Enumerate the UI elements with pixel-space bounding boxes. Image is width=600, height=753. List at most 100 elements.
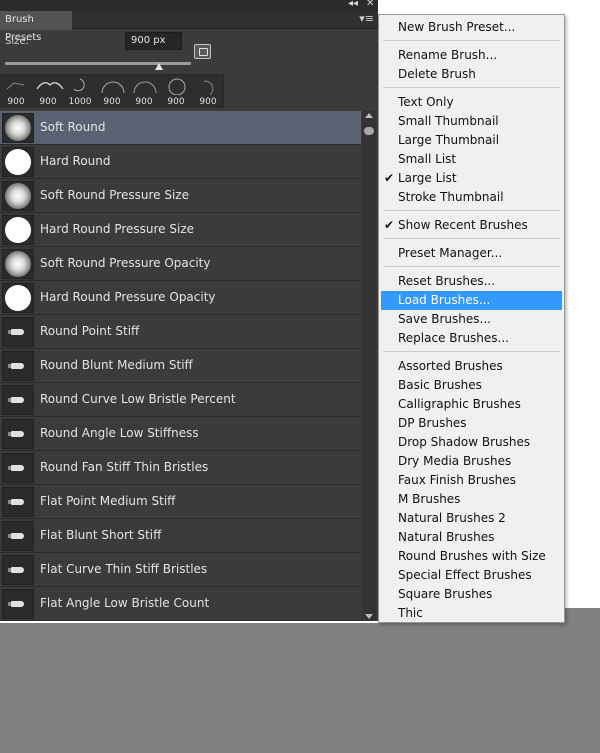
brush-tip-icon — [73, 78, 85, 92]
brush-thumbnail — [2, 385, 34, 415]
size-slider-thumb[interactable] — [155, 63, 163, 70]
panel-menu-icon[interactable]: ▾≡ — [359, 13, 374, 25]
menu-item-large-list[interactable]: ✔ Large List — [381, 169, 562, 188]
brush-row[interactable]: Flat Curve Thin Stiff Bristles — [0, 553, 361, 587]
brush-tip-icon — [6, 82, 25, 90]
menu-item-small-thumbnail[interactable]: Small Thumbnail — [381, 112, 562, 131]
menu-item-assorted-brushes[interactable]: Assorted Brushes — [381, 357, 562, 376]
menu-item-small-list[interactable]: Small List — [381, 150, 562, 169]
canvas-backdrop — [0, 623, 600, 753]
brush-row[interactable]: Flat Angle Low Bristle Count — [0, 587, 361, 621]
brush-panel-flyout-menu: New Brush Preset... Rename Brush... Dele… — [378, 14, 565, 623]
close-panel-icon[interactable]: ✕ — [366, 0, 374, 9]
menu-item-show-recent-brushes[interactable]: ✔ Show Recent Brushes — [381, 216, 562, 235]
menu-item-load-brushes[interactable]: Load Brushes... — [381, 291, 562, 310]
recent-brush[interactable]: 900 — [128, 75, 160, 109]
brush-row[interactable]: Hard Round Pressure Size — [0, 213, 361, 247]
collapse-panel-icon[interactable]: ◂◂ — [348, 0, 358, 9]
brush-list: Soft Round Hard Round Soft Round Pressur… — [0, 111, 361, 621]
menu-item-faux-finish-brushes[interactable]: Faux Finish Brushes — [381, 471, 562, 490]
menu-item-square-brushes[interactable]: Square Brushes — [381, 585, 562, 604]
menu-item-natural-brushes-2[interactable]: Natural Brushes 2 — [381, 509, 562, 528]
brush-row[interactable]: Hard Round — [0, 145, 361, 179]
brush-thumbnail — [2, 351, 34, 381]
menu-item-rename-brush[interactable]: Rename Brush... — [381, 46, 562, 65]
menu-item-new-brush-preset[interactable]: New Brush Preset... — [381, 18, 562, 37]
brush-row[interactable]: Hard Round Pressure Opacity — [0, 281, 361, 315]
menu-item-basic-brushes[interactable]: Basic Brushes — [381, 376, 562, 395]
brush-row[interactable]: Soft Round Pressure Size — [0, 179, 361, 213]
menu-item-drop-shadow-brushes[interactable]: Drop Shadow Brushes — [381, 433, 562, 452]
menu-item-text-only[interactable]: Text Only — [381, 93, 562, 112]
recent-brush[interactable]: 900 — [0, 75, 32, 109]
brush-name: Flat Curve Thin Stiff Bristles — [40, 562, 208, 576]
scroll-up-arrow-icon[interactable] — [365, 113, 373, 118]
menu-item-reset-brushes[interactable]: Reset Brushes... — [381, 272, 562, 291]
recent-brush[interactable]: 900 — [32, 75, 64, 109]
recent-brush-size: 900 — [39, 97, 57, 107]
menu-item-label: Large List — [398, 171, 457, 185]
brush-row[interactable]: Soft Round Pressure Opacity — [0, 247, 361, 281]
recent-brush-size: 1000 — [68, 97, 92, 107]
size-slider[interactable] — [5, 62, 191, 65]
menu-item-calligraphic-brushes[interactable]: Calligraphic Brushes — [381, 395, 562, 414]
brush-row[interactable]: Round Fan Stiff Thin Bristles — [0, 451, 361, 485]
menu-item-dry-media-brushes[interactable]: Dry Media Brushes — [381, 452, 562, 471]
brush-name: Round Curve Low Bristle Percent — [40, 392, 236, 406]
brush-row[interactable]: Flat Blunt Short Stiff — [0, 519, 361, 553]
recent-brush[interactable]: 900 — [96, 75, 128, 109]
brush-row[interactable]: Round Blunt Medium Stiff — [0, 349, 361, 383]
size-input[interactable]: 900 px — [125, 32, 182, 50]
menu-item-delete-brush[interactable]: Delete Brush — [381, 65, 562, 84]
scroll-down-arrow-icon[interactable] — [365, 614, 373, 619]
tab-brush-presets[interactable]: Brush Presets — [0, 11, 72, 43]
recent-brush[interactable]: 900 — [192, 75, 224, 109]
brush-tip-icon — [36, 82, 64, 90]
menu-item-special-effect-brushes[interactable]: Special Effect Brushes — [381, 566, 562, 585]
panel-top-strip: ◂◂ ✕ — [0, 0, 378, 11]
brush-row[interactable]: Round Angle Low Stiffness — [0, 417, 361, 451]
recent-brush-size: 900 — [135, 97, 153, 107]
recent-brush[interactable]: 900 — [160, 75, 192, 109]
menu-separator — [383, 87, 560, 88]
checkmark-icon: ✔ — [384, 218, 395, 232]
recent-brush-size: 900 — [167, 97, 185, 107]
menu-item-large-thumbnail[interactable]: Large Thumbnail — [381, 131, 562, 150]
checkmark-icon: ✔ — [384, 171, 395, 185]
menu-item-round-brushes-with-size[interactable]: Round Brushes with Size — [381, 547, 562, 566]
menu-item-natural-brushes[interactable]: Natural Brushes — [381, 528, 562, 547]
brush-thumbnail — [2, 215, 34, 245]
recent-brushes-strip: 900 900 1000 900 900 900 900 — [0, 74, 224, 108]
brush-name: Flat Blunt Short Stiff — [40, 528, 162, 542]
menu-item-stroke-thumbnail[interactable]: Stroke Thumbnail — [381, 188, 562, 207]
size-label: Size: — [5, 36, 29, 47]
brush-row[interactable]: Soft Round — [0, 111, 361, 145]
brush-thumbnail — [2, 181, 34, 211]
menu-item-preset-manager[interactable]: Preset Manager... — [381, 244, 562, 263]
brush-row[interactable]: Flat Point Medium Stiff — [0, 485, 361, 519]
recent-brush[interactable]: 1000 — [64, 75, 96, 109]
brush-list-scrollbar[interactable] — [362, 111, 376, 621]
menu-item-thick-heavy-brushes[interactable]: Thic — [381, 604, 562, 622]
new-preset-icon[interactable] — [194, 44, 211, 59]
brush-thumbnail — [2, 283, 34, 313]
menu-separator — [383, 238, 560, 239]
brush-thumbnail — [2, 487, 34, 517]
brush-tip-icon — [203, 80, 214, 95]
menu-item-replace-brushes[interactable]: Replace Brushes... — [381, 329, 562, 348]
brush-name: Hard Round — [40, 154, 111, 168]
menu-item-m-brushes[interactable]: M Brushes — [381, 490, 562, 509]
brush-presets-panel: Brush Presets ▾≡ Size: 900 px 900 900 10… — [0, 11, 378, 621]
menu-separator — [383, 351, 560, 352]
menu-item-dp-brushes[interactable]: DP Brushes — [381, 414, 562, 433]
brush-name: Flat Point Medium Stiff — [40, 494, 176, 508]
menu-separator — [383, 210, 560, 211]
recent-brush-size: 900 — [7, 97, 25, 107]
brush-name: Flat Angle Low Bristle Count — [40, 596, 210, 610]
scroll-thumb[interactable] — [364, 127, 374, 135]
brush-thumbnail — [2, 453, 34, 483]
brush-name: Round Fan Stiff Thin Bristles — [40, 460, 209, 474]
brush-row[interactable]: Round Curve Low Bristle Percent — [0, 383, 361, 417]
menu-item-save-brushes[interactable]: Save Brushes... — [381, 310, 562, 329]
brush-row[interactable]: Round Point Stiff — [0, 315, 361, 349]
